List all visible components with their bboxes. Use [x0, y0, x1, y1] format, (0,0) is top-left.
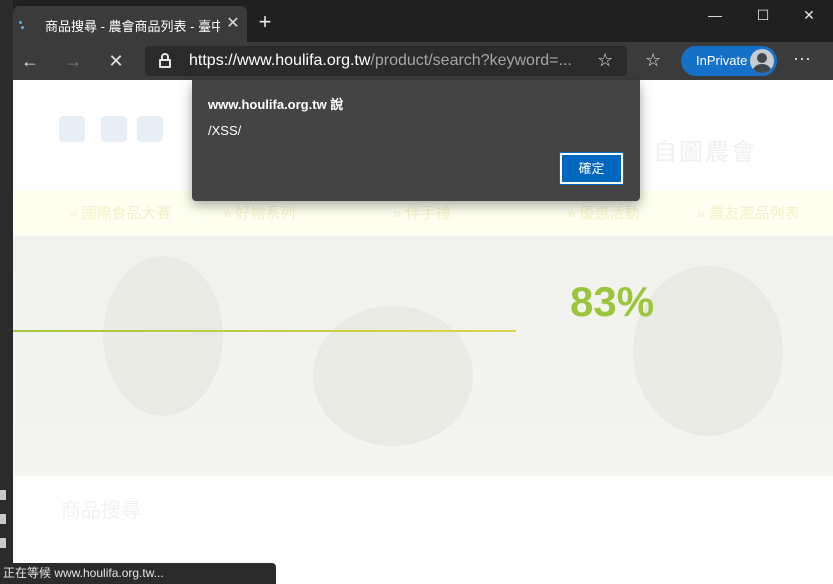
profile-avatar-icon	[750, 49, 774, 73]
url-host: www.houlifa.org.tw	[237, 52, 371, 69]
stop-loading-button[interactable]: ✕	[102, 48, 130, 74]
background-glyph	[0, 538, 6, 548]
background-window-strip	[0, 0, 13, 584]
window-close-button[interactable]: ✕	[791, 4, 827, 26]
line-icon[interactable]	[101, 116, 127, 142]
url-prefix: https://	[189, 52, 238, 69]
background-glyph	[0, 514, 6, 524]
minimize-button[interactable]: —	[697, 4, 733, 26]
browser-toolbar: ← → ✕ https://www.houlifa.org.tw/product…	[13, 42, 833, 80]
facebook-icon[interactable]	[59, 116, 85, 142]
url-text[interactable]: https://www.houlifa.org.tw/product/searc…	[189, 52, 589, 70]
status-bar: 正在等候 www.houlifa.org.tw...	[0, 563, 276, 584]
new-tab-button[interactable]: +	[255, 11, 275, 33]
address-bar[interactable]: https://www.houlifa.org.tw/product/searc…	[145, 46, 627, 76]
url-path: /product/search?keyword=...	[370, 52, 572, 69]
back-button[interactable]: ←	[16, 48, 44, 74]
dialog-title: www.houlifa.org.tw 說	[208, 97, 344, 112]
more-menu-icon[interactable]: ···	[793, 48, 811, 69]
loading-percentage: 83%	[570, 278, 655, 325]
nav-item[interactable]: » 伴手禮	[393, 202, 451, 223]
browser-window: 商品搜尋 - 農會商品列表 - 臺中 ✕ + — ☐ ✕ ← → ✕ https…	[0, 0, 833, 584]
inprivate-label: InPrivate	[696, 53, 748, 68]
tab-strip: 商品搜尋 - 農會商品列表 - 臺中 ✕ + — ☐ ✕	[13, 0, 833, 42]
forward-button[interactable]: →	[59, 48, 87, 74]
alert-dialog: www.houlifa.org.tw 說 /XSS/ 確定	[192, 80, 640, 201]
loading-progress-line	[13, 330, 516, 332]
tab-title: 商品搜尋 - 農會商品列表 - 臺中	[45, 19, 220, 34]
background-glyph	[0, 490, 6, 500]
active-tab[interactable]: 商品搜尋 - 農會商品列表 - 臺中 ✕	[13, 6, 247, 42]
hero-banner	[13, 236, 833, 476]
tab-close-icon[interactable]: ✕	[224, 15, 242, 33]
add-favorite-icon[interactable]: ☆	[597, 50, 613, 71]
nav-item[interactable]: » 優惠活動	[567, 202, 640, 223]
nav-item[interactable]: » 好物系列	[223, 202, 296, 223]
lock-icon[interactable]	[159, 53, 171, 68]
section-title: 商品搜尋	[61, 500, 141, 522]
favorites-icon[interactable]: ☆	[645, 50, 661, 71]
loading-spinner-icon	[19, 21, 27, 29]
nav-item[interactable]: » 國際食品大賽	[69, 202, 172, 223]
ok-button[interactable]: 確定	[559, 152, 624, 185]
maximize-button[interactable]: ☐	[745, 4, 781, 26]
site-brand[interactable]: 自圖農會	[653, 132, 757, 167]
nav-item[interactable]: » 農友產品列表	[697, 202, 800, 223]
inprivate-button[interactable]: InPrivate	[681, 46, 777, 76]
dialog-message: /XSS/	[208, 123, 242, 138]
share-icon[interactable]	[137, 116, 163, 142]
